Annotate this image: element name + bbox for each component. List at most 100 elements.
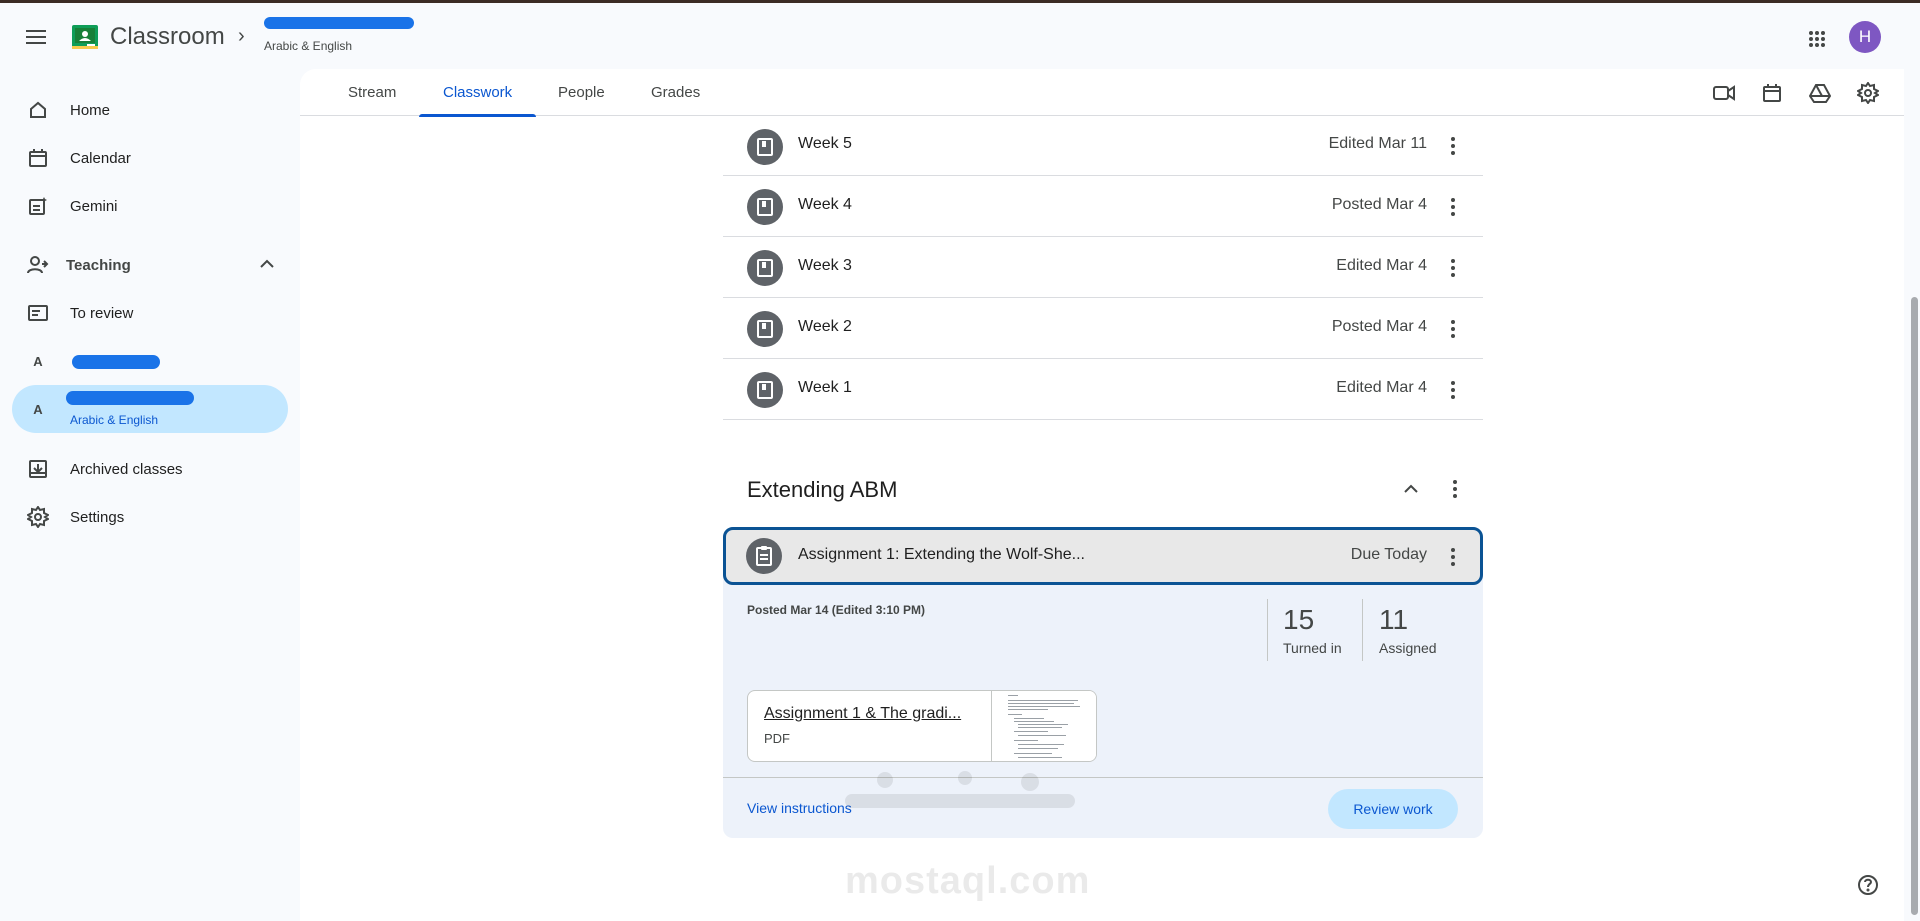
item-date: Posted Mar 4 <box>1331 318 1427 335</box>
collapse-topic-button[interactable] <box>1397 475 1425 503</box>
chevron-up-icon[interactable] <box>258 255 276 278</box>
page-scrollbar[interactable] <box>1908 67 1920 921</box>
sidebar-item-gemini[interactable]: Gemini <box>12 182 288 230</box>
topic-title: Extending ABM <box>747 477 898 502</box>
main-menu-button[interactable] <box>22 23 50 51</box>
sidebar-item-calendar[interactable]: Calendar <box>12 134 288 182</box>
class-subtitle: Arabic & English <box>264 39 353 53</box>
teaching-icon <box>26 253 50 277</box>
list-item[interactable]: Week 2 Posted Mar 4 <box>723 298 1483 359</box>
list-item[interactable]: Week 1 Edited Mar 4 <box>723 359 1483 420</box>
assignment-more-options-button[interactable] <box>1441 545 1465 569</box>
posted-date: Posted Mar 14 (Edited 3:10 PM) <box>747 603 926 617</box>
google-apps-button[interactable] <box>1803 25 1831 53</box>
sidebar-item-label: Gemini <box>70 197 118 215</box>
sidebar-item-class-2[interactable]: A Arabic & English <box>12 385 288 433</box>
breadcrumb-chevron-icon: › <box>238 25 245 47</box>
tab-stream[interactable]: Stream <box>324 69 420 116</box>
scrollbar-thumb[interactable] <box>1911 297 1918 915</box>
more-options-button[interactable] <box>1441 317 1465 341</box>
material-icon <box>747 372 783 408</box>
more-options-button[interactable] <box>1441 256 1465 280</box>
more-options-button[interactable] <box>1441 378 1465 402</box>
class-tabs: Stream Classwork People Grades <box>300 69 1904 117</box>
app-title[interactable]: Classroom <box>110 23 225 51</box>
topic-more-options-button[interactable] <box>1443 477 1467 501</box>
watermark-logo-icon <box>845 771 1075 808</box>
more-options-button[interactable] <box>1441 195 1465 219</box>
drive-icon <box>1809 84 1831 103</box>
tab-grades[interactable]: Grades <box>627 69 724 116</box>
home-icon <box>26 98 50 122</box>
sidebar-item-label: To review <box>70 304 134 322</box>
sidebar-item-to-review[interactable]: To review <box>12 289 288 337</box>
item-date: Edited Mar 4 <box>1336 257 1427 274</box>
review-work-button[interactable]: Review work <box>1328 789 1458 829</box>
more-vert-icon <box>1451 198 1455 216</box>
assignment-title: Assignment 1: Extending the Wolf-She... <box>798 546 1085 563</box>
top-app-bar: Classroom › Arabic & English H <box>0 3 1920 67</box>
assignment-icon <box>746 538 782 574</box>
class-letter-avatar: A <box>33 401 43 417</box>
turned-in-count[interactable]: 15 <box>1283 604 1314 636</box>
calendar-icon <box>1763 84 1781 102</box>
item-date: Edited Mar 4 <box>1336 379 1427 396</box>
stat-divider <box>1267 599 1268 661</box>
material-icon <box>747 250 783 286</box>
sidebar-item-archived[interactable]: Archived classes <box>12 445 288 493</box>
meet-button[interactable] <box>1710 79 1738 107</box>
item-title: Week 5 <box>798 135 852 152</box>
more-vert-icon <box>1451 137 1455 155</box>
pdf-thumbnail <box>991 691 1096 761</box>
list-item[interactable]: Week 3 Edited Mar 4 <box>723 237 1483 298</box>
assigned-label: Assigned <box>1379 640 1437 656</box>
more-vert-icon <box>1451 548 1455 566</box>
calendar-button[interactable] <box>1758 79 1786 107</box>
gemini-icon <box>26 194 50 218</box>
apps-grid-icon <box>1809 31 1825 47</box>
sidebar-item-label: Home <box>70 101 111 119</box>
tab-people[interactable]: People <box>534 69 629 116</box>
class-subtitle: Arabic & English <box>70 413 159 427</box>
class-name-redacted[interactable] <box>264 17 414 33</box>
attachment-title: Assignment 1 & The gradi... <box>764 705 962 722</box>
calendar-icon <box>26 146 50 170</box>
turned-in-label: Turned in <box>1283 640 1342 656</box>
class-name-redacted <box>72 355 160 369</box>
more-vert-icon <box>1451 320 1455 338</box>
sidebar-item-settings[interactable]: Settings <box>12 493 288 541</box>
card-divider <box>723 777 1483 778</box>
assigned-count[interactable]: 11 <box>1379 604 1408 636</box>
sidebar-item-class-1[interactable]: A <box>12 337 288 385</box>
class-settings-button[interactable] <box>1854 79 1882 107</box>
due-date: Due Today <box>1350 546 1427 563</box>
attachment-type: PDF <box>764 731 790 746</box>
sidebar-item-label: Calendar <box>70 149 131 167</box>
more-vert-icon <box>1451 259 1455 277</box>
drive-folder-button[interactable] <box>1806 79 1834 107</box>
help-icon <box>1858 875 1878 895</box>
material-icon <box>747 311 783 347</box>
video-camera-icon <box>1713 85 1735 101</box>
assignment-row[interactable]: Assignment 1: Extending the Wolf-She... … <box>723 527 1483 585</box>
more-options-button[interactable] <box>1441 134 1465 158</box>
list-item[interactable]: Week 5 Edited Mar 11 <box>723 116 1483 176</box>
teaching-label: Teaching <box>66 256 131 274</box>
hamburger-menu-icon <box>26 30 46 44</box>
to-review-icon <box>26 301 50 325</box>
account-avatar[interactable]: H <box>1849 21 1881 53</box>
view-instructions-link[interactable]: View instructions <box>747 800 852 816</box>
classroom-logo-icon[interactable] <box>72 25 98 49</box>
item-date: Edited Mar 11 <box>1328 135 1427 152</box>
sidebar-item-label: Archived classes <box>70 460 183 478</box>
material-icon <box>747 189 783 225</box>
class-name-redacted <box>66 391 194 405</box>
help-button[interactable] <box>1855 872 1881 898</box>
sidebar-section-teaching[interactable]: Teaching <box>12 241 288 289</box>
sidebar-item-home[interactable]: Home <box>12 86 288 134</box>
gear-icon <box>26 505 50 529</box>
item-date: Posted Mar 4 <box>1331 196 1427 213</box>
list-item[interactable]: Week 4 Posted Mar 4 <box>723 176 1483 237</box>
attachment-card[interactable]: Assignment 1 & The gradi... PDF <box>747 690 1097 762</box>
tab-classwork[interactable]: Classwork <box>419 69 537 117</box>
